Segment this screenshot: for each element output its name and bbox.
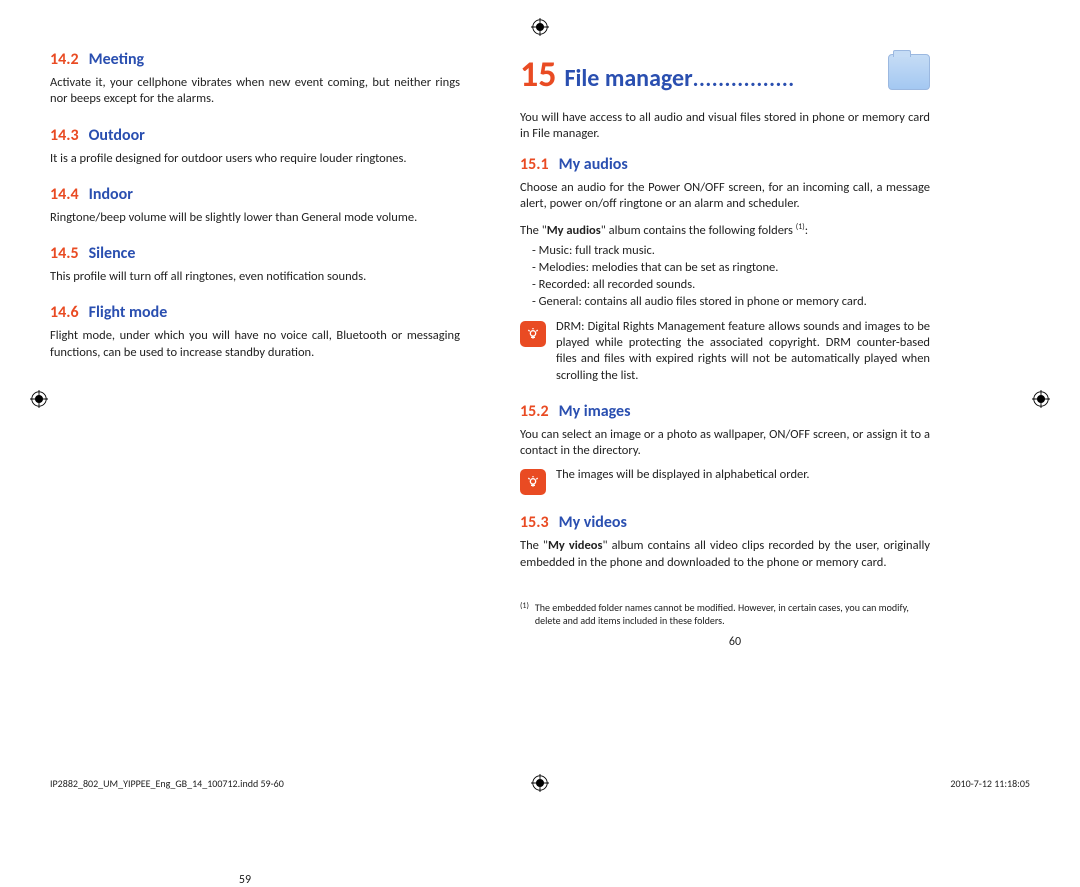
tip-icon bbox=[520, 469, 546, 495]
section-14-2: 14.2 Meeting Activate it, your cellphone … bbox=[50, 50, 460, 108]
section-body: Choose an audio for the Power ON/OFF scr… bbox=[520, 180, 930, 213]
section-14-4: 14.4 Indoor Ringtone/beep volume will be … bbox=[50, 185, 460, 226]
chapter-intro: You will have access to all audio and vi… bbox=[520, 110, 930, 143]
folder-list: Music: full track music. Melodies: melod… bbox=[520, 243, 930, 311]
section-body: It is a profile designed for outdoor use… bbox=[50, 151, 460, 167]
section-number: 15.1 bbox=[520, 155, 549, 174]
section-number: 14.6 bbox=[50, 303, 79, 322]
section-title: Silence bbox=[89, 244, 136, 263]
section-number: 14.5 bbox=[50, 244, 79, 263]
footer-timestamp: 2010-7-12 11:18:05 bbox=[950, 777, 1030, 790]
section-14-6: 14.6 Flight mode Flight mode, under which… bbox=[50, 303, 460, 361]
page-right: 15 File manager................ You will… bbox=[490, 50, 980, 627]
section-title: Meeting bbox=[89, 50, 145, 69]
note-drm: DRM: Digital Rights Management feature a… bbox=[520, 319, 930, 384]
section-number: 15.2 bbox=[520, 402, 549, 421]
section-number: 14.4 bbox=[50, 185, 79, 204]
section-body: Activate it, your cellphone vibrates whe… bbox=[50, 75, 460, 108]
note-images: The images will be displayed in alphabet… bbox=[520, 467, 930, 495]
section-body: The "My videos" album contains all video… bbox=[520, 538, 930, 571]
section-title: Outdoor bbox=[89, 126, 145, 145]
section-15-3: 15.3 My videos The "My videos" album cont… bbox=[520, 513, 930, 571]
footer-file: IP2882_802_UM_YIPPEE_Eng_GB_14_100712.in… bbox=[50, 777, 284, 790]
list-item: Music: full track music. bbox=[532, 243, 930, 260]
section-heading: 14.6 Flight mode bbox=[50, 303, 460, 322]
section-body: This profile will turn off all ringtones… bbox=[50, 269, 460, 285]
section-heading: 15.3 My videos bbox=[520, 513, 930, 532]
footnote: (1) The embedded folder names cannot be … bbox=[520, 601, 930, 627]
list-item: Melodies: melodies that can be set as ri… bbox=[532, 260, 930, 277]
section-title: Indoor bbox=[89, 185, 133, 204]
folder-icon bbox=[888, 54, 930, 90]
chapter-number: 15 bbox=[520, 52, 557, 96]
section-number: 15.3 bbox=[520, 513, 549, 532]
section-body: Flight mode, under which you will have n… bbox=[50, 328, 460, 361]
tip-icon bbox=[520, 321, 546, 347]
list-item: Recorded: all recorded sounds. bbox=[532, 277, 930, 294]
spread: 14.2 Meeting Activate it, your cellphone … bbox=[0, 0, 1080, 627]
section-body: Ringtone/beep volume will be slightly lo… bbox=[50, 210, 460, 226]
section-14-3: 14.3 Outdoor It is a profile designed for… bbox=[50, 126, 460, 167]
chapter-heading: 15 File manager................ bbox=[520, 50, 930, 96]
section-heading: 15.1 My audios bbox=[520, 155, 930, 174]
section-title: My videos bbox=[559, 513, 627, 532]
note-text: DRM: Digital Rights Management feature a… bbox=[556, 319, 930, 384]
leader-dots: ................ bbox=[693, 65, 795, 92]
footnote-marker: (1) bbox=[520, 601, 529, 627]
section-heading: 14.4 Indoor bbox=[50, 185, 460, 204]
page-number-right: 60 bbox=[490, 635, 980, 649]
section-14-5: 14.5 Silence This profile will turn off a… bbox=[50, 244, 460, 285]
section-heading: 14.3 Outdoor bbox=[50, 126, 460, 145]
section-15-1: 15.1 My audios Choose an audio for the Po… bbox=[520, 155, 930, 384]
section-title: Flight mode bbox=[89, 303, 168, 322]
section-15-2: 15.2 My images You can select an image or… bbox=[520, 402, 930, 496]
chapter-title: File manager................ bbox=[565, 64, 883, 93]
note-text: The images will be displayed in alphabet… bbox=[556, 467, 930, 483]
section-heading: 14.2 Meeting bbox=[50, 50, 460, 69]
section-body: You can select an image or a photo as wa… bbox=[520, 427, 930, 460]
page-number-left: 59 bbox=[0, 873, 490, 887]
section-body: The "My audios" album contains the follo… bbox=[520, 222, 930, 239]
section-title: My images bbox=[559, 402, 631, 421]
page-left: 14.2 Meeting Activate it, your cellphone … bbox=[0, 50, 490, 627]
section-heading: 14.5 Silence bbox=[50, 244, 460, 263]
section-title: My audios bbox=[559, 155, 628, 174]
print-footer: IP2882_802_UM_YIPPEE_Eng_GB_14_100712.in… bbox=[50, 777, 1030, 790]
footnote-text: The embedded folder names cannot be modi… bbox=[535, 601, 930, 627]
section-number: 14.3 bbox=[50, 126, 79, 145]
list-item: General: contains all audio files stored… bbox=[532, 294, 930, 311]
footnote-ref: (1) bbox=[796, 222, 805, 232]
section-heading: 15.2 My images bbox=[520, 402, 930, 421]
section-number: 14.2 bbox=[50, 50, 79, 69]
